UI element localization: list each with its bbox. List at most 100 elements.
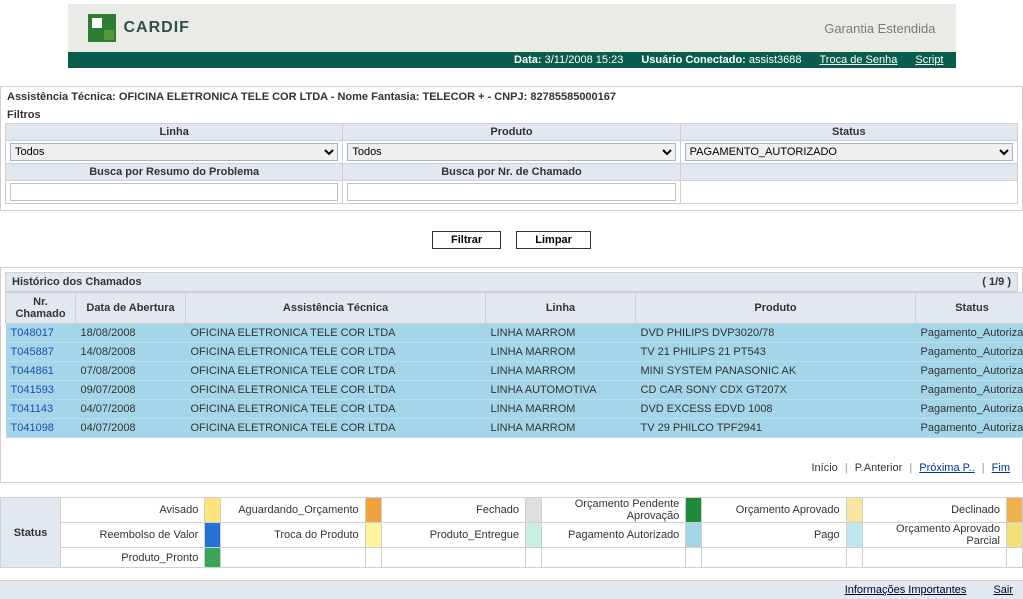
legend-swatch (686, 523, 702, 548)
cell-linha: LINHA MARROM (486, 324, 636, 343)
pager-inicio[interactable]: Início (811, 462, 837, 474)
pager-next[interactable]: Próxima P.. (919, 462, 974, 474)
cell-assist: OFICINA ELETRONICA TELE COR LTDA (186, 343, 486, 362)
legend-swatch (525, 498, 541, 523)
filter-col-empty (680, 164, 1017, 181)
cell-status: Pagamento_Autorizado (916, 419, 1023, 438)
limpar-button[interactable]: Limpar (516, 231, 591, 249)
table-row[interactable]: T04588714/08/2008OFICINA ELETRONICA TELE… (6, 343, 1023, 362)
cell-produto: MINI SYSTEM PANASONIC AK (636, 362, 916, 381)
legend-swatch (205, 523, 221, 548)
status-legend: StatusAvisadoAguardando_OrçamentoFechado… (0, 497, 1023, 568)
filter-grid: Linha Produto Status Todos Todos PAGAMEN… (5, 123, 1018, 204)
th-status: Status (916, 293, 1023, 324)
user-label: Usuário Conectado: (641, 54, 746, 66)
legend-swatch (1007, 498, 1023, 523)
cell-linha: LINHA MARROM (486, 343, 636, 362)
pager-fim[interactable]: Fim (992, 462, 1010, 474)
legend-label: Orçamento Aprovado Parcial (862, 523, 1006, 548)
legend-label: Pagamento Autorizado (541, 523, 685, 548)
table-row[interactable]: T04801718/08/2008OFICINA ELETRONICA TELE… (6, 324, 1023, 343)
legend-label: Produto_Entregue (381, 523, 525, 548)
table-row[interactable]: T04159309/07/2008OFICINA ELETRONICA TELE… (6, 381, 1023, 400)
legend-swatch (686, 498, 702, 523)
legend-head: Status (1, 498, 61, 568)
footer-sair-link[interactable]: Sair (993, 584, 1013, 596)
cell-nr[interactable]: T041593 (6, 381, 76, 400)
assist-title: Assistência Técnica: OFICINA ELETRONICA … (5, 89, 1018, 105)
pager: Início | P.Anterior | Próxima P.. | Fim (5, 458, 1018, 478)
legend-label: Pago (702, 523, 846, 548)
cell-linha: LINHA MARROM (486, 400, 636, 419)
cell-data: 07/08/2008 (76, 362, 186, 381)
user-value: assist3688 (749, 54, 802, 66)
legend-label: Avisado (61, 498, 205, 523)
cell-produto: TV 21 PHILIPS 21 PT543 (636, 343, 916, 362)
produto-select[interactable]: Todos (347, 143, 675, 161)
legend-swatch (525, 523, 541, 548)
legend-label: Orçamento Aprovado (702, 498, 846, 523)
cell-produto: DVD EXCESS EDVD 1008 (636, 400, 916, 419)
cell-nr[interactable]: T045887 (6, 343, 76, 362)
cell-nr[interactable]: T048017 (6, 324, 76, 343)
cell-status: Pagamento_Autorizado (916, 381, 1023, 400)
legend-swatch (1007, 548, 1023, 568)
date-label: Data: (514, 54, 542, 66)
legend-label (541, 548, 685, 568)
filter-col-produto: Produto (343, 124, 680, 141)
pager-prev[interactable]: P.Anterior (855, 462, 903, 474)
status-select[interactable]: PAGAMENTO_AUTORIZADO (685, 143, 1013, 161)
legend-swatch (365, 548, 381, 568)
history-table: Nr. Chamado Data de Abertura Assistência… (5, 292, 1023, 438)
legend-swatch (1007, 523, 1023, 548)
cell-assist: OFICINA ELETRONICA TELE COR LTDA (186, 381, 486, 400)
filter-col-nrchamado: Busca por Nr. de Chamado (343, 164, 680, 181)
legend-label: Reembolso de Valor (61, 523, 205, 548)
cell-produto: CD CAR SONY CDX GT207X (636, 381, 916, 400)
footer-info-link[interactable]: Informações Importantes (845, 584, 967, 596)
table-row[interactable]: T04109804/07/2008OFICINA ELETRONICA TELE… (6, 419, 1023, 438)
filtrar-button[interactable]: Filtrar (432, 231, 501, 249)
cell-assist: OFICINA ELETRONICA TELE COR LTDA (186, 362, 486, 381)
filter-panel: Assistência Técnica: OFICINA ELETRONICA … (0, 86, 1023, 211)
script-link[interactable]: Script (915, 54, 943, 66)
resumo-input[interactable] (10, 183, 338, 201)
legend-label: Aguardando_Orçamento (221, 498, 365, 523)
legend-label (862, 548, 1006, 568)
cell-data: 14/08/2008 (76, 343, 186, 362)
table-row[interactable]: T04486107/08/2008OFICINA ELETRONICA TELE… (6, 362, 1023, 381)
top-status-bar: Data: 3/11/2008 15:23 Usuário Conectado:… (68, 52, 956, 68)
table-row[interactable]: T04114304/07/2008OFICINA ELETRONICA TELE… (6, 400, 1023, 419)
legend-swatch (686, 548, 702, 568)
legend-swatch (846, 498, 862, 523)
cell-linha: LINHA MARROM (486, 362, 636, 381)
cell-nr[interactable]: T044861 (6, 362, 76, 381)
cell-nr[interactable]: T041098 (6, 419, 76, 438)
linha-select[interactable]: Todos (10, 143, 338, 161)
brand-name: CARDIF (124, 19, 190, 37)
cell-nr[interactable]: T041143 (6, 400, 76, 419)
change-password-link[interactable]: Troca de Senha (820, 54, 898, 66)
cell-status: Pagamento_Autorizado (916, 343, 1023, 362)
legend-swatch (846, 548, 862, 568)
history-panel: Histórico dos Chamados ( 1/9 ) Nr. Chama… (0, 267, 1023, 483)
brand-logo: CARDIF (88, 14, 190, 42)
date-value: 3/11/2008 15:23 (545, 54, 624, 66)
legend-label (221, 548, 365, 568)
th-nr: Nr. Chamado (6, 293, 76, 324)
legend-label: Orçamento Pendente Aprovação (541, 498, 685, 523)
cell-data: 04/07/2008 (76, 400, 186, 419)
legend-swatch (365, 523, 381, 548)
filter-col-linha: Linha (6, 124, 343, 141)
legend-label: Declinado (862, 498, 1006, 523)
cell-linha: LINHA AUTOMOTIVA (486, 381, 636, 400)
nrchamado-input[interactable] (347, 183, 675, 201)
filters-section-label: Filtros (5, 105, 1018, 123)
th-linha: Linha (486, 293, 636, 324)
cell-produto: TV 29 PHILCO TPF2941 (636, 419, 916, 438)
th-produto: Produto (636, 293, 916, 324)
header-bar: CARDIF Garantia Estendida (68, 4, 956, 52)
legend-swatch (365, 498, 381, 523)
filter-col-resumo: Busca por Resumo do Problema (6, 164, 343, 181)
cell-linha: LINHA MARROM (486, 419, 636, 438)
